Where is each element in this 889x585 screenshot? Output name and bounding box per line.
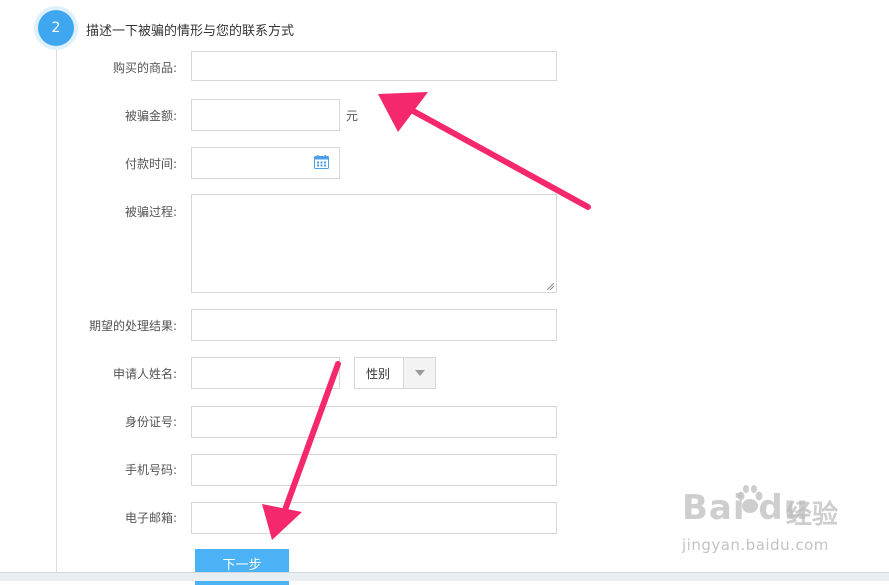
baidu-jingyan-watermark: Bai du 经验 jingyan.baidu.com xyxy=(676,482,872,572)
paw-icon xyxy=(737,485,763,513)
id-number-input[interactable] xyxy=(191,406,557,438)
expected-result-input[interactable] xyxy=(191,309,557,341)
pay-time-label: 付款时间: xyxy=(124,157,177,171)
goods-label: 购买的商品: xyxy=(112,61,177,75)
name-input[interactable] xyxy=(191,357,340,389)
name-label: 申请人姓名: xyxy=(112,367,177,381)
gender-selected-value: 性别 xyxy=(366,366,391,381)
email-label: 电子邮箱: xyxy=(124,511,177,525)
email-input[interactable] xyxy=(191,502,557,534)
expected-result-label: 期望的处理结果: xyxy=(88,319,177,333)
step-indicator: 2 xyxy=(34,6,78,50)
dropdown-button[interactable] xyxy=(403,358,435,388)
amount-input[interactable] xyxy=(191,99,340,131)
section-title: 描述一下被骗的情形与您的联系方式 xyxy=(86,24,295,39)
arrow-to-goods-icon xyxy=(378,92,591,210)
calendar-icon[interactable] xyxy=(314,155,329,169)
resize-handle-icon[interactable] xyxy=(547,283,554,290)
watermark-brand: 经验 xyxy=(786,500,839,530)
status-bar xyxy=(0,572,889,581)
process-textarea[interactable] xyxy=(191,194,557,293)
phone-label: 手机号码: xyxy=(124,463,177,477)
amount-label: 被骗金额: xyxy=(124,109,177,123)
step-number: 2 xyxy=(38,10,74,46)
chevron-down-icon xyxy=(414,370,425,376)
gender-select[interactable]: 性别 xyxy=(354,357,436,389)
phone-input[interactable] xyxy=(191,454,557,486)
timeline-line xyxy=(56,44,57,573)
goods-input[interactable] xyxy=(191,51,557,81)
amount-unit: 元 xyxy=(346,109,359,123)
pay-time-input[interactable] xyxy=(191,147,340,179)
process-label: 被骗过程: xyxy=(124,205,177,219)
id-number-label: 身份证号: xyxy=(124,415,177,429)
watermark-url: jingyan.baidu.com xyxy=(682,536,829,554)
